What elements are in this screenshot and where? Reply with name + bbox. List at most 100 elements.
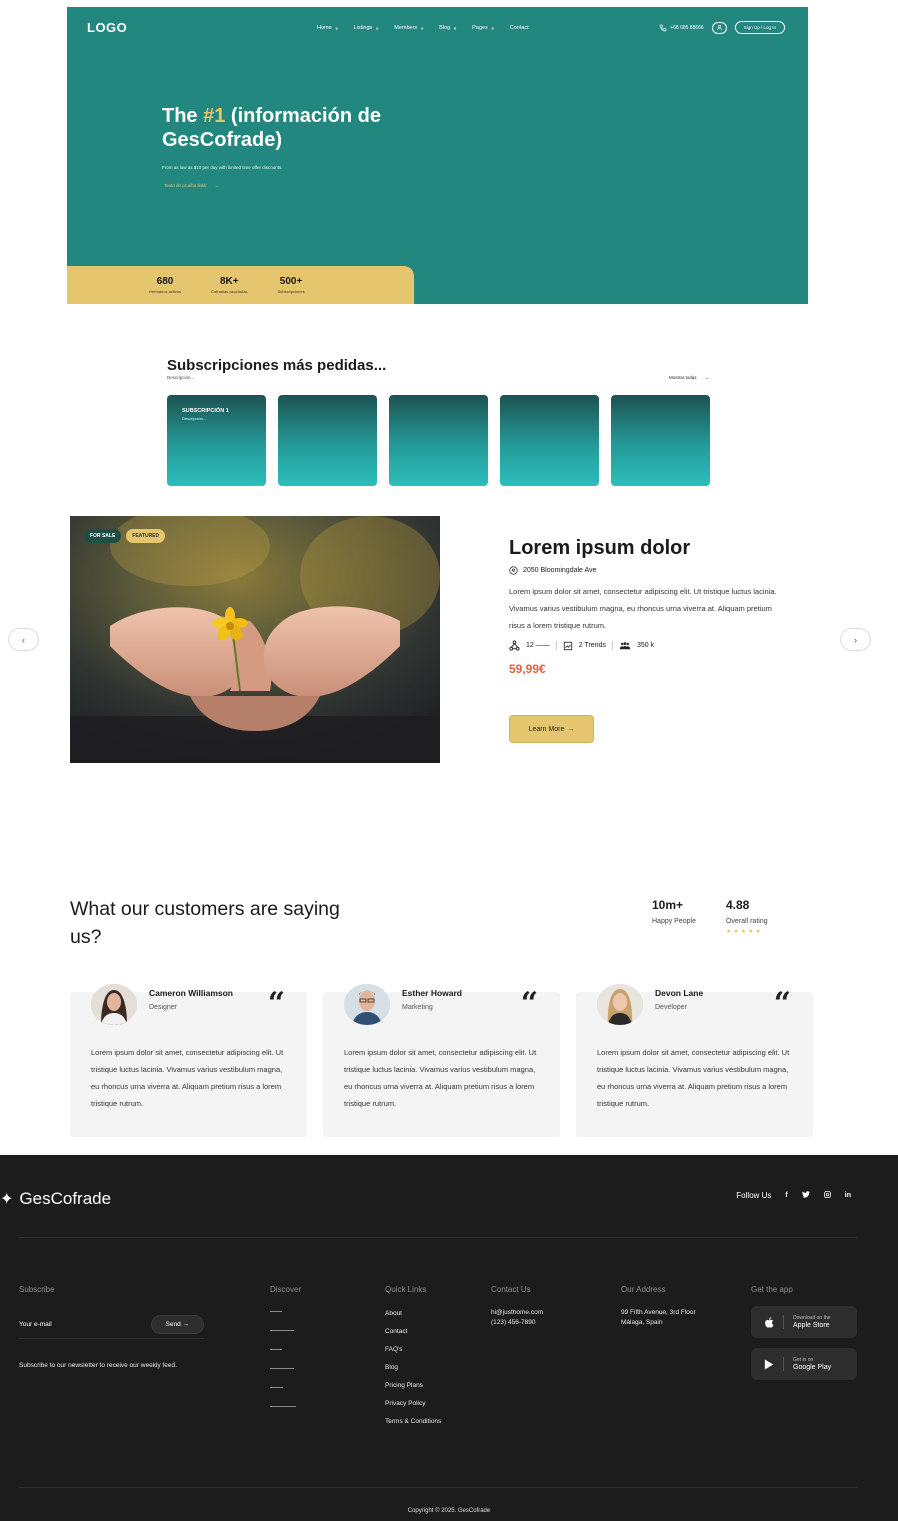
nav-item-blog[interactable]: Blog ▼ bbox=[439, 25, 457, 31]
address-line: Málaga, Spain bbox=[621, 1319, 663, 1326]
arrow-right-icon: → bbox=[182, 1321, 190, 1328]
footer-link-contact[interactable]: Contact bbox=[385, 1328, 441, 1335]
nav-label: Home bbox=[317, 25, 332, 31]
user-button[interactable] bbox=[711, 21, 727, 34]
chevron-down-icon: ▼ bbox=[490, 25, 495, 31]
main-nav: Home ▼ Listings ▼ Members ▼ Blog ▼ Pages ▼ Co… bbox=[317, 25, 529, 31]
google-play-button[interactable]: Get in on Google Play bbox=[751, 1348, 857, 1380]
subscription-cards: SUBSCRIPCIÓN 1 Descripción... bbox=[167, 395, 710, 486]
card-description: Descripción... bbox=[182, 416, 207, 421]
star-rating: ★★★★★ bbox=[725, 929, 763, 935]
app-column: Get the app Download on the Apple Store … bbox=[751, 1285, 857, 1380]
discover-link[interactable] bbox=[270, 1330, 294, 1331]
column-heading: Quick Links bbox=[385, 1285, 427, 1294]
nav-item-contact[interactable]: Contact bbox=[510, 25, 529, 31]
footer-link-pricing[interactable]: Pricing Plans bbox=[385, 1382, 441, 1389]
testimonial-role: Developer bbox=[655, 1004, 687, 1011]
avatar-image bbox=[91, 984, 137, 1025]
stat-label: Subscripciones bbox=[277, 289, 305, 294]
testimonial-text: Lorem ipsum dolor sit amet, consectetur … bbox=[597, 1048, 790, 1108]
contact-list: hi@justhome.com (123) 456-7890 bbox=[491, 1309, 543, 1326]
google-play-text: Get in on Google Play bbox=[793, 1357, 831, 1371]
phone-icon bbox=[659, 24, 667, 31]
testimonial-cards: Cameron Williamson Designer “ Lorem ipsu… bbox=[70, 984, 813, 1137]
address-text: 2050 Bloomingdale Ave bbox=[523, 567, 597, 574]
arrow-right-icon: → bbox=[567, 725, 575, 733]
discover-link[interactable] bbox=[270, 1368, 294, 1369]
app-small-text: Get in on bbox=[793, 1357, 814, 1363]
apple-store-button[interactable]: Download on the Apple Store bbox=[751, 1306, 857, 1338]
section-description: Descripción... bbox=[167, 375, 195, 380]
section-title: Subscripciones más pedidas... bbox=[167, 357, 387, 374]
listing-meta: 12 —— 2 Trends 350 k bbox=[509, 640, 789, 651]
slider-next-button[interactable]: › bbox=[840, 628, 871, 651]
contact-email[interactable]: hi@justhome.com bbox=[491, 1309, 543, 1316]
logo[interactable]: LOGO bbox=[87, 20, 127, 35]
divider bbox=[783, 1315, 784, 1329]
nav-item-members[interactable]: Members ▼ bbox=[394, 25, 424, 31]
apple-icon bbox=[765, 1316, 774, 1328]
footer-link-terms[interactable]: Terms & Conditions bbox=[385, 1418, 441, 1425]
show-all-link[interactable]: Mostrar todas → bbox=[669, 375, 709, 380]
linkedin-icon[interactable]: in bbox=[845, 1192, 851, 1199]
user-icon bbox=[716, 24, 722, 31]
subscriptions-section: Subscripciones más pedidas... Descripció… bbox=[167, 357, 710, 486]
hero-link-label: Texto de prueba linkk bbox=[164, 183, 207, 188]
hero-link[interactable]: Texto de prueba linkk → bbox=[164, 183, 219, 188]
discover-link[interactable] bbox=[270, 1406, 296, 1407]
subscription-card[interactable] bbox=[278, 395, 377, 486]
nav-item-listings[interactable]: Listings ▼ bbox=[354, 25, 380, 31]
network-icon bbox=[509, 640, 520, 651]
contact-phone[interactable]: (123) 456-7890 bbox=[491, 1319, 543, 1326]
learn-more-button[interactable]: Learn More → bbox=[509, 715, 594, 743]
footer-link-privacy[interactable]: Privacy Policy bbox=[385, 1400, 441, 1407]
nav-item-home[interactable]: Home ▼ bbox=[317, 25, 339, 31]
divider bbox=[611, 641, 613, 650]
nav-item-pages[interactable]: Pages ▼ bbox=[472, 25, 495, 31]
app-buttons: Download on the Apple Store Get in on Go… bbox=[751, 1306, 857, 1380]
stat-label: Overall rating bbox=[725, 918, 768, 925]
subscription-card[interactable]: SUBSCRIPCIÓN 1 Descripción... bbox=[167, 395, 266, 486]
quick-links-column: Quick Links About Contact FAQ's Blog Pri… bbox=[385, 1285, 441, 1425]
chevron-left-icon: ‹ bbox=[22, 634, 25, 645]
instagram-icon[interactable] bbox=[823, 1191, 831, 1200]
stat-label: Happy People bbox=[652, 918, 696, 925]
nav-label: Listings bbox=[353, 25, 373, 31]
chevron-down-icon: ▼ bbox=[375, 25, 380, 31]
subscription-card[interactable] bbox=[389, 395, 488, 486]
footer-link-faq[interactable]: FAQ's bbox=[385, 1346, 441, 1353]
quick-links-list: About Contact FAQ's Blog Pricing Plans P… bbox=[385, 1310, 441, 1425]
footer-link-about[interactable]: About bbox=[385, 1310, 441, 1317]
listing-image: FOR SALE FEATURED bbox=[70, 516, 440, 763]
phone-number: +68 685 88666 bbox=[670, 24, 704, 31]
discover-list bbox=[270, 1311, 301, 1407]
avatar-image bbox=[344, 984, 390, 1025]
send-button[interactable]: Send → bbox=[150, 1315, 204, 1334]
nav-label: Pages bbox=[472, 25, 488, 31]
footer-divider bbox=[19, 1237, 857, 1238]
discover-link[interactable] bbox=[270, 1311, 282, 1312]
phone-link[interactable]: +68 685 88666 bbox=[659, 24, 704, 32]
twitter-icon[interactable] bbox=[801, 1191, 810, 1200]
footer-link-blog[interactable]: Blog bbox=[385, 1364, 441, 1371]
footer-brand[interactable]: ✦ GesCofrade bbox=[0, 1189, 111, 1209]
apple-store-text: Download on the Apple Store bbox=[793, 1315, 831, 1329]
stat-number: 8K+ bbox=[219, 276, 239, 287]
email-input[interactable] bbox=[19, 1321, 119, 1328]
hands-flower-image bbox=[70, 516, 440, 763]
facebook-icon[interactable]: f bbox=[785, 1192, 787, 1199]
stat-brotherhoods: 8K+ Cofradías asociadas bbox=[211, 276, 247, 294]
app-big-text: Google Play bbox=[793, 1364, 832, 1371]
divider bbox=[555, 641, 557, 650]
discover-link[interactable] bbox=[270, 1387, 283, 1388]
newsletter-form: Send → bbox=[19, 1311, 204, 1339]
discover-link[interactable] bbox=[270, 1349, 282, 1350]
button-label: Learn More bbox=[528, 725, 565, 733]
stat-number: 10m+ bbox=[652, 898, 684, 912]
signup-button[interactable]: Sign Up / Log In bbox=[734, 21, 785, 34]
quote-icon: “ bbox=[773, 986, 791, 1021]
sparkle-icon: ✦ bbox=[0, 1191, 14, 1208]
slider-prev-button[interactable]: ‹ bbox=[8, 628, 39, 651]
subscription-card[interactable] bbox=[611, 395, 710, 486]
subscription-card[interactable] bbox=[500, 395, 599, 486]
